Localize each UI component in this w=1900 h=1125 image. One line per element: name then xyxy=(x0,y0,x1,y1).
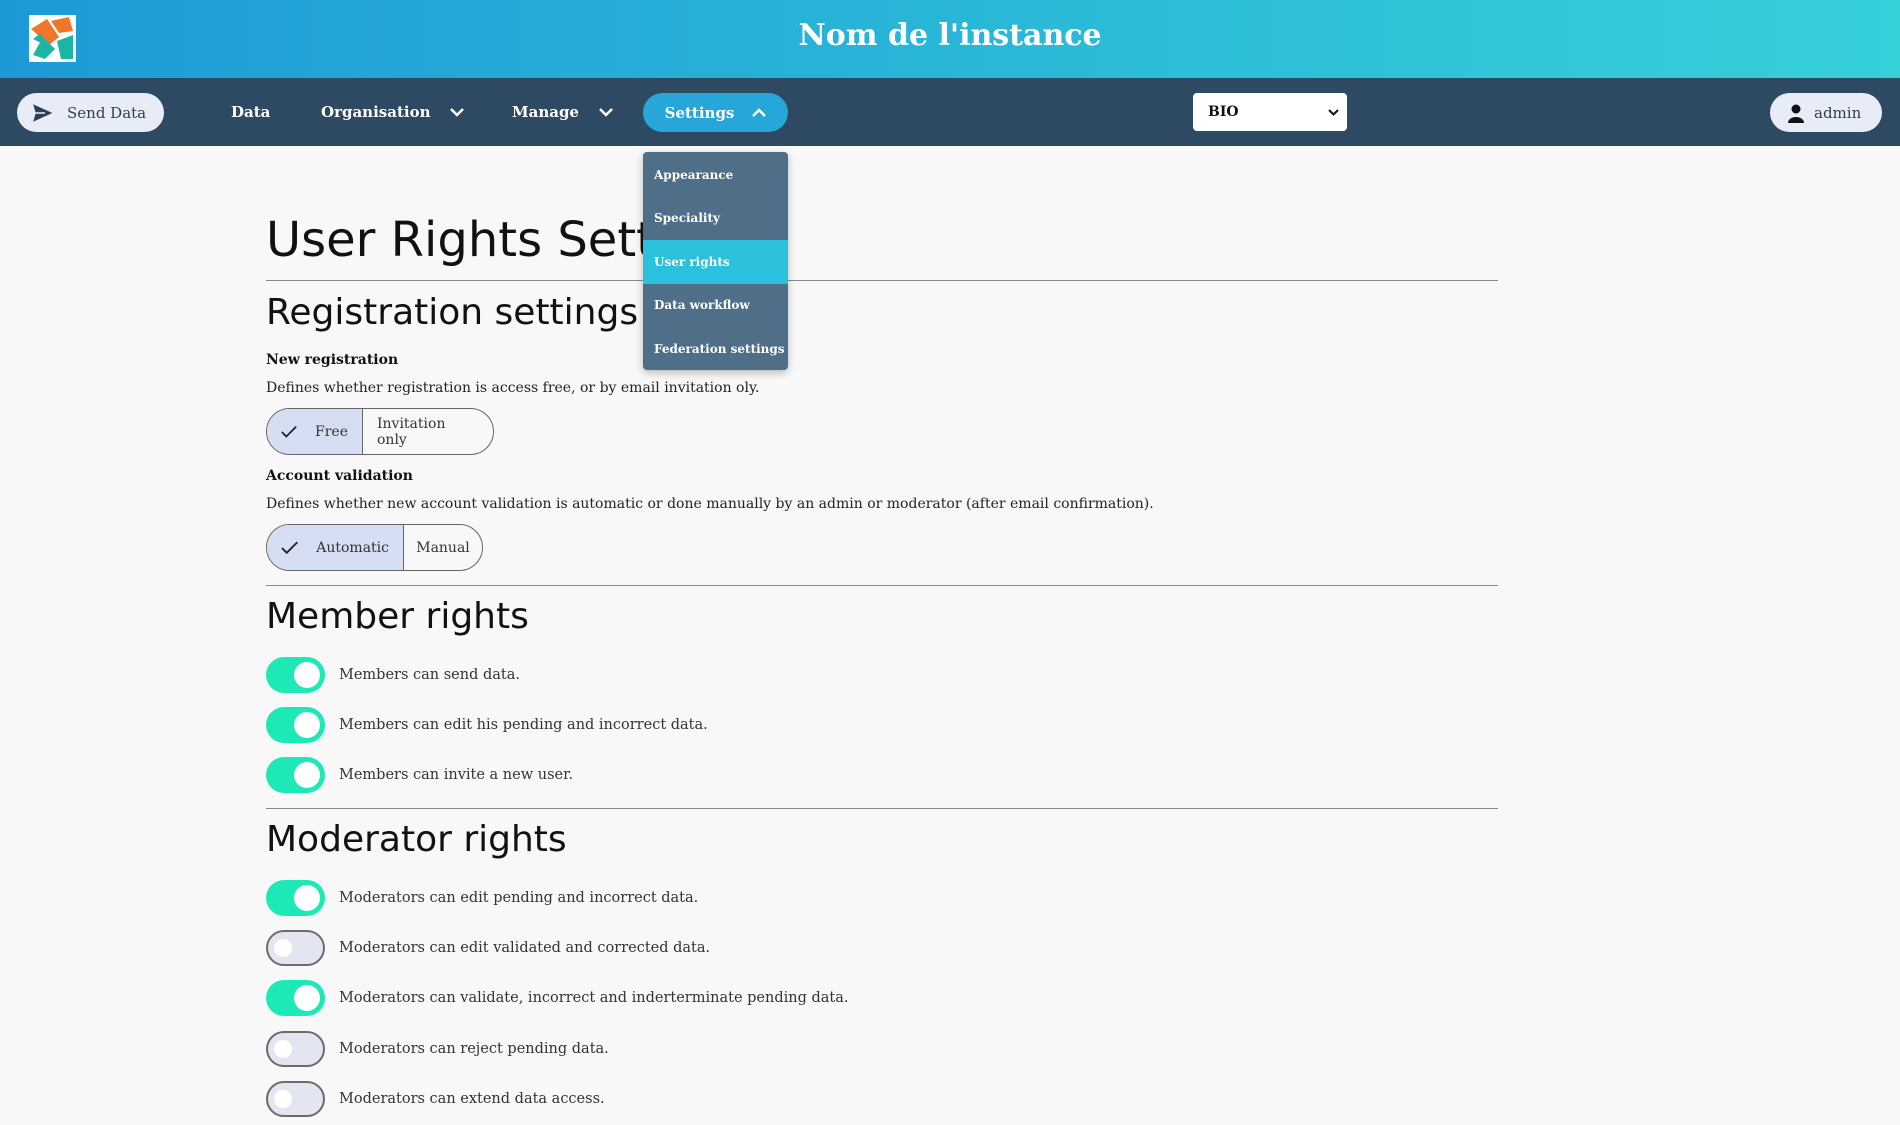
toggle-label: Members can invite a new user. xyxy=(339,767,574,783)
send-data-button[interactable]: Send Data xyxy=(17,93,164,132)
new-registration-label: New registration xyxy=(266,352,399,368)
new-registration-desc: Defines whether registration is access f… xyxy=(266,380,760,396)
divider xyxy=(266,808,1498,809)
menu-item-data-workflow[interactable]: Data workflow xyxy=(643,284,788,328)
moderator-right-row: Moderators can extend data access. xyxy=(266,1081,605,1117)
nav-data-label: Data xyxy=(231,103,271,121)
option-label: Invitation only xyxy=(377,415,446,448)
chevron-down-icon xyxy=(1328,108,1339,116)
account-validation-toggle-group: Automatic Manual xyxy=(266,524,483,571)
chevron-down-icon xyxy=(450,107,465,117)
member-right-row: Members can invite a new user. xyxy=(266,757,573,793)
nav-organisation-menu[interactable]: Organisation xyxy=(321,78,465,146)
toggle-label: Members can send data. xyxy=(339,667,520,683)
toggle-switch[interactable] xyxy=(266,1031,325,1067)
moderator-rights-title: Moderator rights xyxy=(266,819,567,860)
menu-item-label: User rights xyxy=(654,254,730,269)
toggle-label: Moderators can reject pending data. xyxy=(339,1041,609,1057)
chevron-down-icon xyxy=(599,107,613,117)
instance-title: Nom de l'instance xyxy=(798,18,1102,53)
speciality-select[interactable]: BIO xyxy=(1193,93,1347,131)
moderator-right-row: Moderators can edit pending and incorrec… xyxy=(266,880,698,916)
menu-item-label: Speciality xyxy=(654,211,720,226)
menu-item-label: Appearance xyxy=(654,167,734,182)
top-header: Nom de l'instance xyxy=(0,0,1900,78)
user-icon xyxy=(1788,104,1804,123)
toggle-switch[interactable] xyxy=(266,930,325,966)
nav-data-link[interactable]: Data xyxy=(231,78,270,146)
validation-manual-option[interactable]: Manual xyxy=(404,525,482,570)
nav-settings-menu[interactable]: Settings xyxy=(643,93,788,132)
menu-item-user-rights[interactable]: User rights xyxy=(643,240,788,284)
option-label: Automatic xyxy=(316,539,389,556)
option-label: Free xyxy=(315,423,348,440)
account-validation-desc: Defines whether new account validation i… xyxy=(266,496,1154,512)
toggle-switch[interactable] xyxy=(266,1081,325,1117)
moderator-right-row: Moderators can validate, incorrect and i… xyxy=(266,980,849,1016)
speciality-select-value: BIO xyxy=(1208,104,1239,120)
menu-item-speciality[interactable]: Speciality xyxy=(643,197,788,241)
toggle-label: Moderators can edit pending and incorrec… xyxy=(339,890,699,906)
account-validation-label: Account validation xyxy=(266,468,413,484)
member-rights-title: Member rights xyxy=(266,596,529,637)
toggle-label: Members can edit his pending and incorre… xyxy=(339,717,708,733)
registration-section-title: Registration settings xyxy=(266,292,639,333)
user-menu-label: admin xyxy=(1814,103,1862,122)
toggle-switch[interactable] xyxy=(266,757,325,793)
registration-free-option[interactable]: Free xyxy=(267,409,363,454)
divider xyxy=(266,585,1498,586)
validation-automatic-option[interactable]: Automatic xyxy=(267,525,404,570)
moderator-right-row: Moderators can reject pending data. xyxy=(266,1031,609,1067)
option-label: Manual xyxy=(416,539,470,556)
toggle-switch[interactable] xyxy=(266,980,325,1016)
menu-item-appearance[interactable]: Appearance xyxy=(643,153,788,197)
toggle-label: Moderators can extend data access. xyxy=(339,1091,605,1107)
registration-invitation-option[interactable]: Invitation only xyxy=(363,409,493,454)
send-icon xyxy=(31,101,55,124)
toggle-switch[interactable] xyxy=(266,880,325,916)
member-right-row: Members can edit his pending and incorre… xyxy=(266,707,708,743)
menu-item-label: Federation settings xyxy=(654,341,785,356)
divider xyxy=(266,280,1498,281)
send-data-label: Send Data xyxy=(67,103,147,122)
nav-settings-label: Settings xyxy=(664,103,735,122)
menu-item-label: Data workflow xyxy=(654,298,750,313)
toggle-switch[interactable] xyxy=(266,707,325,743)
check-icon xyxy=(281,541,298,554)
member-right-row: Members can send data. xyxy=(266,657,520,693)
toggle-switch[interactable] xyxy=(266,657,325,693)
user-menu-button[interactable]: admin xyxy=(1770,93,1882,132)
moderator-right-row: Moderators can edit validated and correc… xyxy=(266,930,710,966)
new-registration-toggle-group: Free Invitation only xyxy=(266,408,494,455)
settings-dropdown-menu: Appearance Speciality User rights Data w… xyxy=(643,152,788,370)
nav-manage-menu[interactable]: Manage xyxy=(512,78,613,146)
menu-item-federation-settings[interactable]: Federation settings xyxy=(643,327,788,371)
nav-organisation-label: Organisation xyxy=(321,103,431,121)
nav-manage-label: Manage xyxy=(512,103,579,121)
toggle-label: Moderators can validate, incorrect and i… xyxy=(339,990,849,1006)
chevron-up-icon xyxy=(752,108,767,117)
check-icon xyxy=(281,425,297,438)
toggle-label: Moderators can edit validated and correc… xyxy=(339,940,711,956)
main-navbar: Send Data Data Organisation Manage Setti… xyxy=(0,78,1900,146)
